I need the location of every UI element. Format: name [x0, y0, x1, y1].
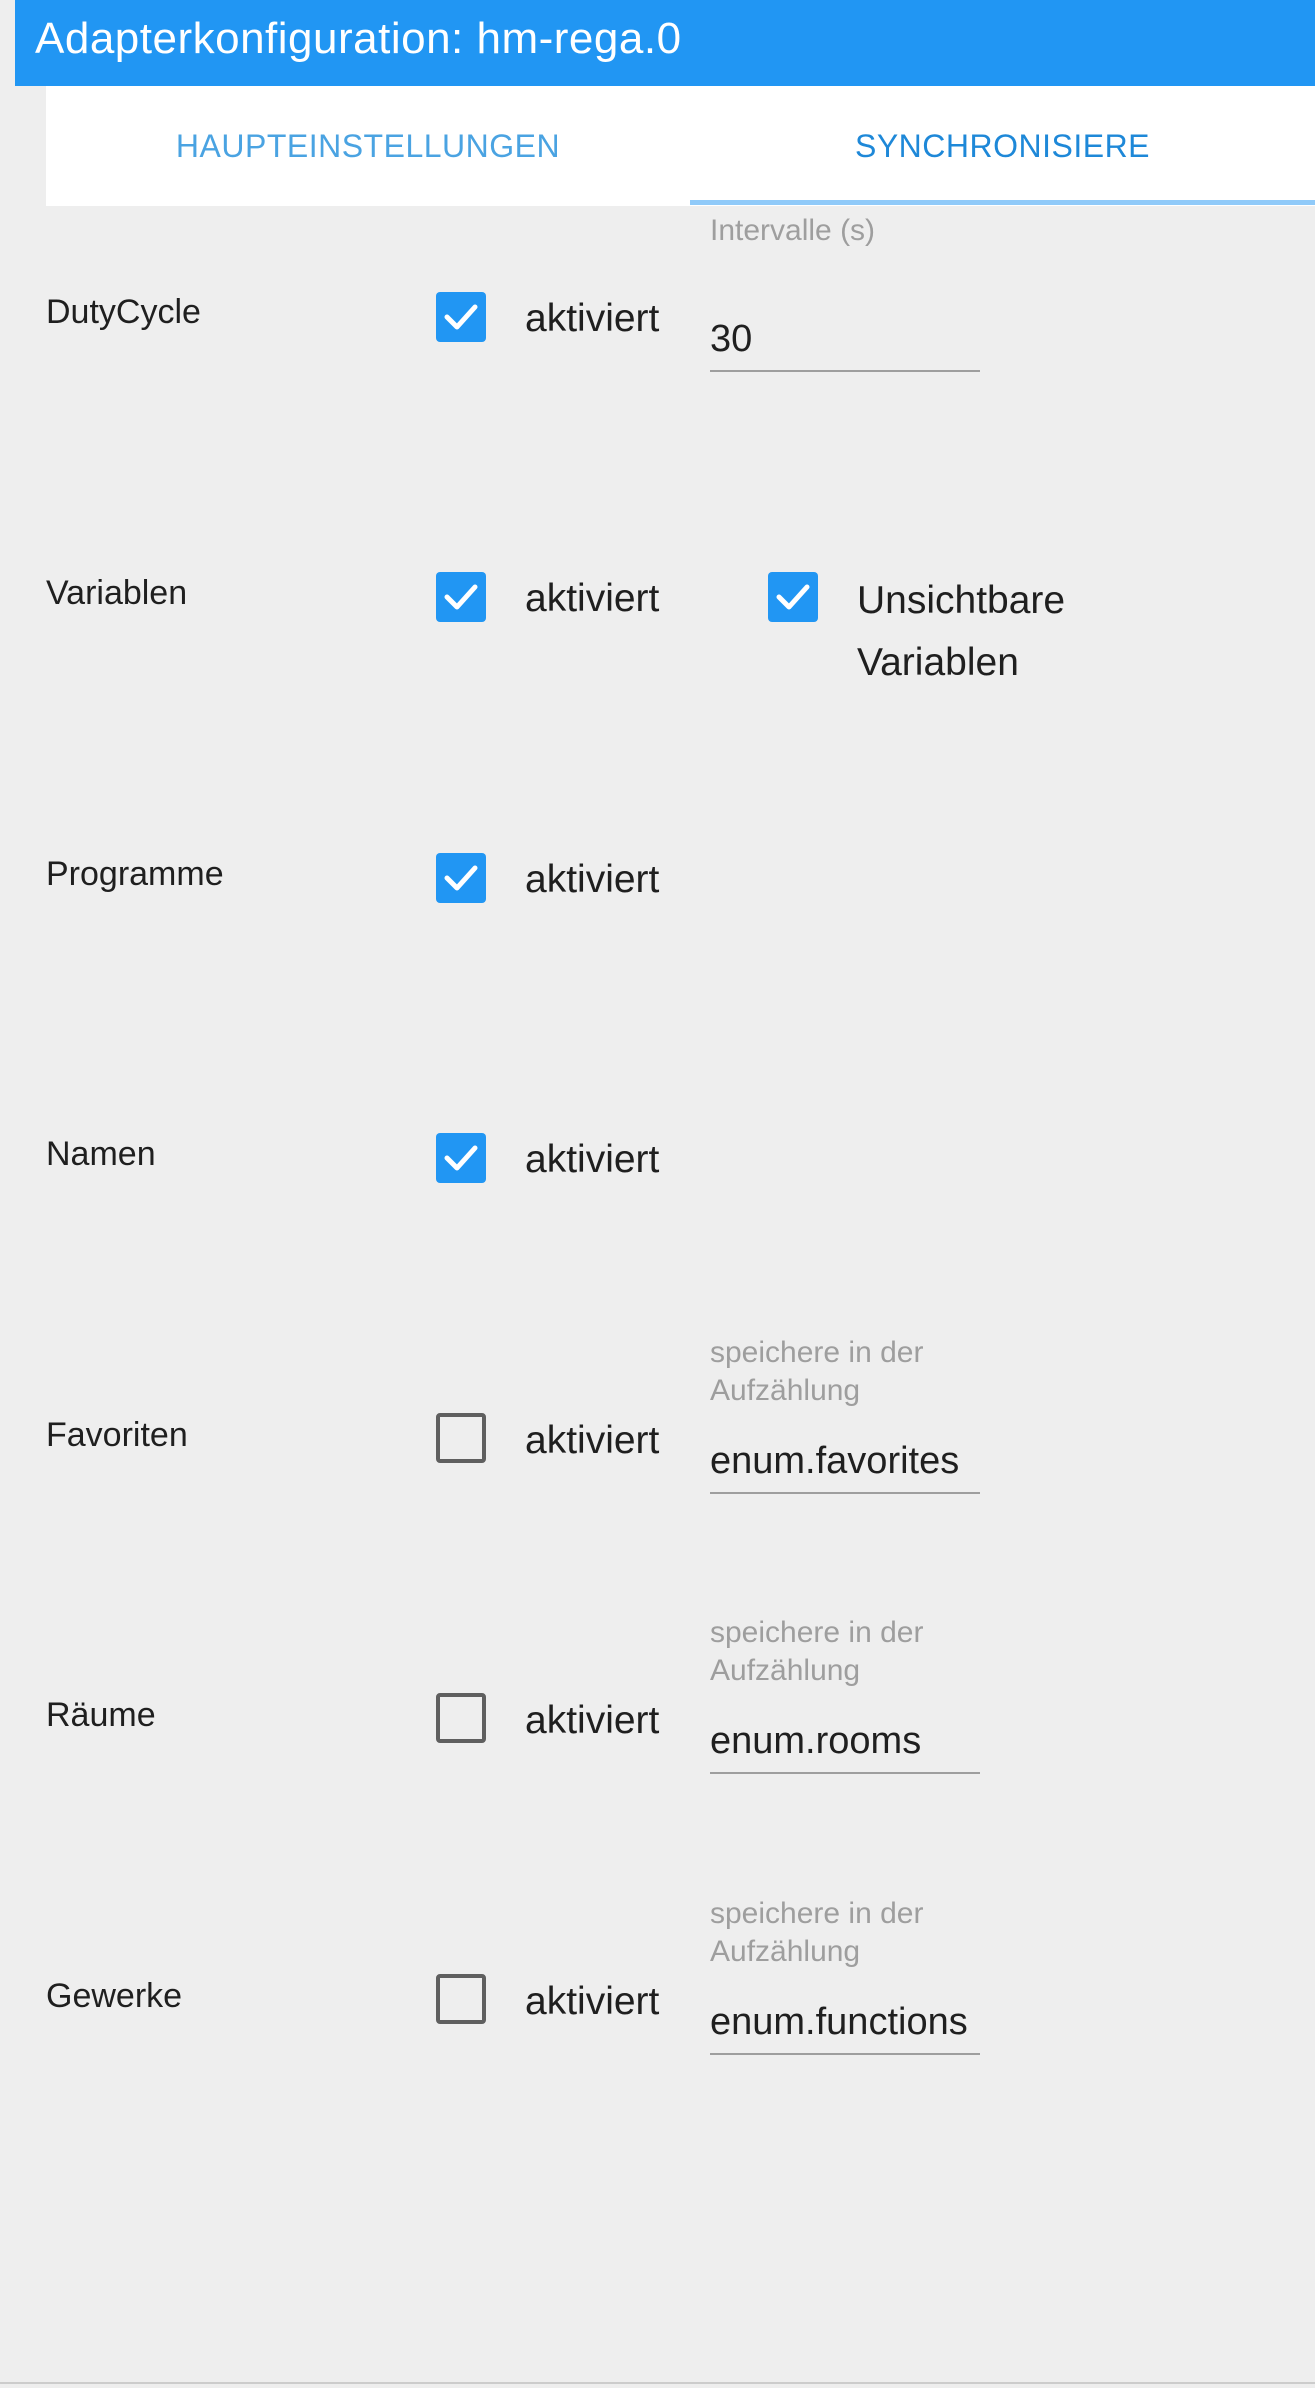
namen-checkbox-label: aktiviert [525, 1138, 660, 1181]
gewerke-enum-input[interactable] [710, 1991, 980, 2055]
favoriten-label: Favoriten [46, 1416, 188, 1454]
raeume-field-label: speichere in der Aufzählung [710, 1616, 924, 1687]
active-tab-indicator [690, 200, 1315, 205]
programme-checkbox-label: aktiviert [525, 858, 660, 901]
programme-label: Programme [46, 855, 224, 893]
adapter-config-page: Adapterkonfiguration: hm-rega.0 HAUPTEIN… [0, 0, 1315, 2388]
dutycycle-checkbox[interactable] [436, 292, 486, 342]
bottom-divider [0, 2382, 1315, 2384]
favoriten-enum-input[interactable] [710, 1430, 980, 1494]
gewerke-label: Gewerke [46, 1977, 183, 2015]
raeume-checkbox[interactable] [436, 1693, 486, 1743]
variablen-checkbox-label: aktiviert [525, 577, 660, 620]
variablen-checkbox[interactable] [436, 572, 486, 622]
interval-input[interactable] [710, 308, 980, 372]
invisible-variables-label: Unsichtbare Variablen [857, 579, 1066, 684]
dutycycle-label: DutyCycle [46, 293, 201, 331]
check-icon [444, 1145, 478, 1171]
check-icon [444, 304, 478, 330]
invisible-variables-checkbox[interactable] [768, 572, 818, 622]
programme-checkbox[interactable] [436, 853, 486, 903]
dutycycle-checkbox-label: aktiviert [525, 297, 660, 340]
tab-synchronisiere[interactable]: SYNCHRONISIERE [690, 86, 1315, 206]
variablen-label: Variablen [46, 574, 188, 612]
raeume-enum-input[interactable] [710, 1710, 980, 1774]
raeume-label: Räume [46, 1696, 156, 1734]
favoriten-checkbox[interactable] [436, 1413, 486, 1463]
check-icon [444, 865, 478, 891]
gewerke-checkbox[interactable] [436, 1974, 486, 2024]
tab-bar: HAUPTEINSTELLUNGEN SYNCHRONISIERE [46, 86, 1315, 206]
raeume-checkbox-label: aktiviert [525, 1699, 660, 1742]
title-bar: Adapterkonfiguration: hm-rega.0 [15, 0, 1315, 86]
gewerke-field-label: speichere in der Aufzählung [710, 1897, 924, 1968]
namen-label: Namen [46, 1135, 156, 1173]
page-title: Adapterkonfiguration: hm-rega.0 [35, 14, 682, 63]
favoriten-field-label: speichere in der Aufzählung [710, 1336, 924, 1407]
namen-checkbox[interactable] [436, 1133, 486, 1183]
check-icon [776, 584, 810, 610]
tab-haupteinstellungen[interactable]: HAUPTEINSTELLUNGEN [46, 86, 690, 206]
gewerke-checkbox-label: aktiviert [525, 1980, 660, 2023]
favoriten-checkbox-label: aktiviert [525, 1419, 660, 1462]
check-icon [444, 584, 478, 610]
interval-field-label: Intervalle (s) [710, 214, 876, 247]
